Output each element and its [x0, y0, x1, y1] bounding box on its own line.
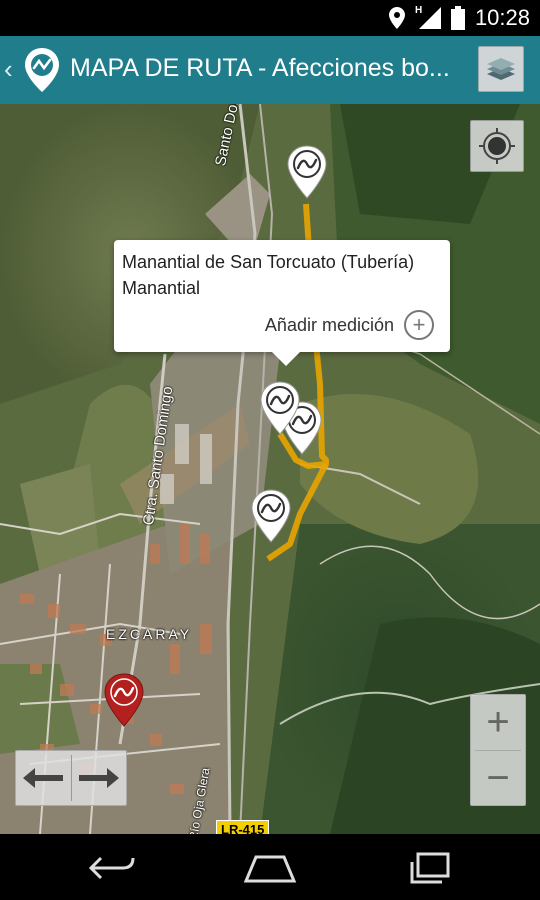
popup-title: Manantial de San Torcuato (Tubería)	[122, 252, 415, 272]
add-circle-icon: +	[404, 310, 434, 340]
road-sign: LR-415	[216, 820, 270, 834]
previous-button[interactable]	[16, 751, 70, 805]
network-type: H	[414, 5, 423, 16]
arrow-left-icon	[23, 768, 63, 788]
zoom-in-button[interactable]: +	[471, 695, 525, 749]
recents-button[interactable]	[400, 848, 460, 888]
system-nav-bar	[0, 834, 540, 900]
satellite-imagery	[0, 104, 540, 834]
marker-info-popup[interactable]: Manantial de San Torcuato (Tubería) Mana…	[114, 240, 450, 366]
home-icon	[243, 855, 297, 883]
map-view[interactable]: Santo Domingo Ctra. Santo Domingo EZCARA…	[0, 104, 540, 834]
town-label: EZCARAY	[106, 626, 193, 642]
add-measurement-button[interactable]: Añadir medición +	[265, 310, 434, 340]
recents-icon	[410, 852, 450, 884]
route-pin-icon[interactable]	[22, 46, 62, 94]
marker-pin[interactable]	[249, 488, 293, 544]
target-icon	[479, 128, 515, 164]
marker-pin-red[interactable]	[102, 672, 146, 728]
popup-type: Manantial	[122, 278, 201, 298]
marker-pin[interactable]	[285, 144, 329, 200]
layers-button[interactable]	[478, 46, 524, 92]
home-button[interactable]	[240, 848, 300, 888]
app-bar: ‹ MAPA DE RUTA - Afecciones bo...	[0, 36, 540, 104]
clock: 10:28	[474, 5, 530, 30]
route-navigation	[15, 750, 127, 806]
my-location-button[interactable]	[470, 120, 524, 172]
zoom-out-button[interactable]: −	[471, 751, 525, 805]
add-measurement-label: Añadir medición	[264, 314, 394, 335]
zoom-control: + −	[470, 694, 526, 806]
back-button[interactable]	[82, 848, 142, 888]
next-button[interactable]	[72, 751, 126, 805]
layers-icon	[487, 58, 515, 80]
back-icon	[88, 856, 135, 880]
page-title: MAPA DE RUTA - Afecciones bo...	[70, 54, 450, 82]
location-icon	[388, 7, 405, 29]
marker-pin-selected[interactable]	[258, 380, 302, 436]
chevron-left-icon[interactable]: ‹	[4, 54, 13, 85]
signal-icon: H	[414, 5, 441, 29]
battery-icon	[450, 6, 465, 30]
arrow-right-icon	[79, 768, 119, 788]
status-bar: H 10:28	[0, 0, 540, 36]
